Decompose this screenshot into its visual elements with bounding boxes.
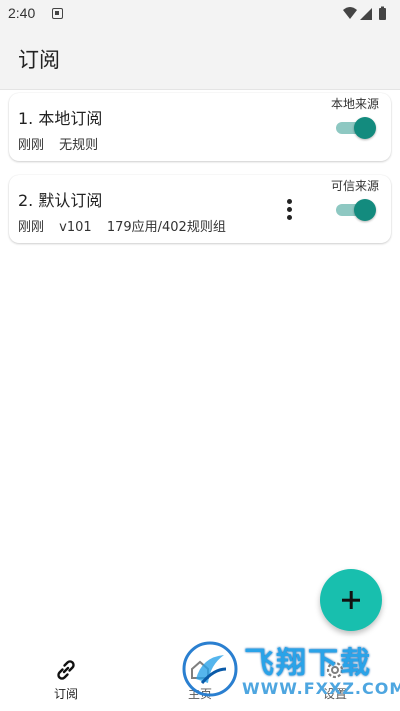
more-menu-icon[interactable] (283, 197, 297, 223)
watermark-title: 飞翔下载 (244, 646, 372, 681)
subscription-title: 2. 默认订阅 (18, 191, 103, 210)
subscription-card-default[interactable]: 2. 默认订阅 刚刚 v101 179应用/402规则组 可信来源 (9, 175, 391, 243)
source-badge: 可信来源 (330, 179, 379, 193)
nav-item-subscriptions[interactable]: 订阅 (26, 657, 106, 702)
add-subscription-button[interactable] (320, 569, 382, 631)
wifi-icon (343, 7, 357, 19)
nav-label: 订阅 (53, 687, 78, 701)
toggle-thumb (354, 199, 376, 221)
notification-icon (52, 8, 63, 19)
toggle-thumb (354, 117, 376, 139)
link-icon (57, 660, 75, 680)
watermark-logo-icon (182, 641, 238, 697)
app-bar: 订阅 (0, 28, 400, 90)
subscription-meta: 刚刚 v101 179应用/402规则组 (18, 216, 237, 235)
watermark: 飞翔下载 WWW.FXXZ.COM (178, 636, 400, 711)
updated-time: 刚刚 (18, 220, 45, 235)
page-title: 订阅 (18, 48, 60, 72)
status-icons (342, 6, 392, 22)
enable-toggle[interactable] (336, 117, 376, 139)
rules-count: 无规则 (59, 138, 99, 153)
signal-icon (360, 8, 372, 20)
subscription-meta: 刚刚 无规则 (18, 134, 109, 153)
subscription-card-local[interactable]: 1. 本地订阅 刚刚 无规则 本地来源 (9, 93, 391, 161)
updated-time: 刚刚 (18, 138, 45, 153)
rules-count: 179应用/402规则组 (106, 220, 226, 235)
subscription-title: 1. 本地订阅 (18, 109, 103, 128)
version-label: v101 (59, 220, 92, 235)
enable-toggle[interactable] (336, 199, 376, 221)
source-badge: 本地来源 (330, 97, 379, 111)
status-time: 2:40 (8, 5, 36, 21)
status-bar: 2:40 (0, 0, 400, 28)
watermark-url: WWW.FXXZ.COM (242, 679, 400, 698)
battery-icon (379, 6, 386, 20)
